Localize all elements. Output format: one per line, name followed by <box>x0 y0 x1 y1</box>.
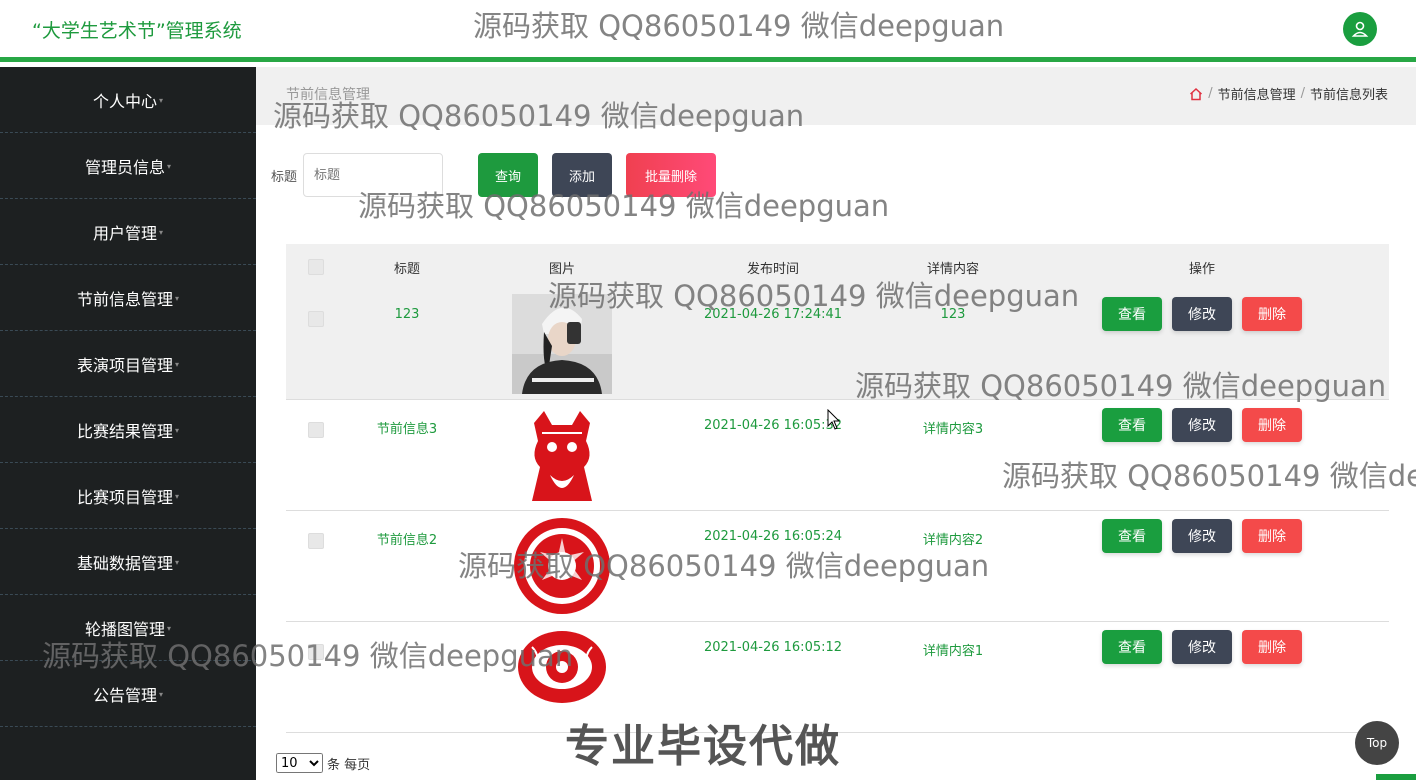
sidebar-item-label: 比赛结果管理 <box>76 421 173 441</box>
cell-publish-time: 2021-04-26 17:24:41 <box>703 307 843 322</box>
row-checkbox[interactable] <box>308 422 324 438</box>
select-all-checkbox[interactable] <box>308 259 324 275</box>
breadcrumb-item-current: 节前信息列表 <box>1309 88 1388 103</box>
caret-down-icon: ▾ <box>175 558 180 567</box>
breadcrumb-separator: / <box>1300 86 1305 101</box>
query-button[interactable]: 查询 <box>478 153 538 197</box>
promo-watermark: 专业毕设代做 <box>565 721 841 772</box>
sidebar-item-label: 轮播图管理 <box>84 619 165 639</box>
cell-title: 123 <box>394 307 420 322</box>
sidebar-item-label: 公告管理 <box>92 685 157 705</box>
search-input[interactable] <box>303 153 443 197</box>
sidebar-item-label: 表演项目管理 <box>76 355 173 375</box>
mouse-cursor-icon <box>827 409 841 430</box>
page-size-select[interactable]: 10 <box>276 753 323 773</box>
view-button[interactable]: 查看 <box>1102 408 1162 442</box>
breadcrumb-item[interactable]: 节前信息管理 <box>1218 84 1296 103</box>
data-table: 标题 图片 发布时间 详情内容 操作 123 2021-04-26 17:24:… <box>286 244 1389 733</box>
page-title: 节前信息管理 <box>286 87 370 103</box>
row-image-papercut-figure[interactable] <box>512 405 612 505</box>
row-image-papercut-circle[interactable] <box>512 516 612 616</box>
sidebar-item-base-data[interactable]: 基础数据管理 ▾ <box>0 529 256 595</box>
cell-detail: 详情内容3 <box>922 422 984 437</box>
delete-button[interactable]: 删除 <box>1242 519 1302 553</box>
sidebar-item-carousel[interactable]: 轮播图管理 ▾ <box>0 595 256 661</box>
sidebar-item-competition-results[interactable]: 比赛结果管理 ▾ <box>0 397 256 463</box>
delete-button[interactable]: 删除 <box>1242 630 1302 664</box>
edit-button[interactable]: 修改 <box>1172 297 1232 331</box>
sidebar-item-label: 基础数据管理 <box>76 553 173 573</box>
caret-down-icon: ▾ <box>175 492 180 501</box>
page-size-suffix: 条 每页 <box>327 757 371 773</box>
sidebar-item-label: 用户管理 <box>92 223 157 243</box>
top-bar: “大学生艺术节”管理系统 <box>0 0 1416 62</box>
caret-down-icon: ▾ <box>167 624 172 633</box>
view-button[interactable]: 查看 <box>1102 630 1162 664</box>
table-header: 标题 图片 发布时间 详情内容 操作 <box>286 244 1389 289</box>
caret-down-icon: ▾ <box>175 360 180 369</box>
row-checkbox[interactable] <box>308 533 324 549</box>
row-checkbox[interactable] <box>308 311 324 327</box>
sidebar-item-label: 节前信息管理 <box>76 289 173 309</box>
sidebar-item-admin-info[interactable]: 管理员信息 ▾ <box>0 133 256 199</box>
search-label: 标题 <box>271 170 298 185</box>
caret-down-icon: ▾ <box>159 228 164 237</box>
sidebar-item-label: 管理员信息 <box>84 157 165 177</box>
user-icon <box>1351 21 1369 37</box>
column-header-title: 标题 <box>393 262 421 277</box>
sidebar: 个人中心 ▾ 管理员信息 ▾ 用户管理 ▾ 节前信息管理 ▾ 表演项目管理 ▾ 比赛结果管… <box>0 67 256 780</box>
edit-button[interactable]: 修改 <box>1172 519 1232 553</box>
edit-button[interactable]: 修改 <box>1172 408 1232 442</box>
app-title: “大学生艺术节”管理系统 <box>32 20 242 42</box>
add-button[interactable]: 添加 <box>552 153 612 197</box>
column-header-image: 图片 <box>548 262 576 277</box>
view-button[interactable]: 查看 <box>1102 297 1162 331</box>
row-image-photo[interactable] <box>512 294 612 394</box>
cell-publish-time: 2021-04-26 16:05:32 <box>703 418 843 433</box>
table-row: 123 2021-04-26 17:24:41 123 查看 修改 删除 <box>286 289 1389 400</box>
back-to-top-button[interactable]: Top <box>1355 721 1399 765</box>
cell-publish-time: 2021-04-26 16:05:12 <box>703 640 843 655</box>
column-header-detail: 详情内容 <box>926 262 980 277</box>
delete-button[interactable]: 删除 <box>1242 297 1302 331</box>
caret-down-icon: ▾ <box>167 162 172 171</box>
cell-detail: 详情内容2 <box>922 533 984 548</box>
cell-title: 节前信息3 <box>376 422 438 437</box>
sidebar-item-label: 个人中心 <box>92 91 157 111</box>
breadcrumb-bar: 节前信息管理 / 节前信息管理 / 节前信息列表 <box>256 67 1416 125</box>
column-header-publish-time: 发布时间 <box>746 262 800 277</box>
sidebar-item-pre-festival-info[interactable]: 节前信息管理 ▾ <box>0 265 256 331</box>
sidebar-item-label: 比赛项目管理 <box>76 487 173 507</box>
breadcrumb-separator: / <box>1208 86 1213 101</box>
cell-title: 节前信息2 <box>376 533 438 548</box>
edit-button[interactable]: 修改 <box>1172 630 1232 664</box>
caret-down-icon: ▾ <box>159 690 164 699</box>
batch-delete-button[interactable]: 批量删除 <box>626 153 716 197</box>
table-row: 节前信息2 2021-04-26 16:05:24 详情内容2 查看 修改 删除 <box>286 511 1389 622</box>
row-checkbox[interactable] <box>308 644 324 660</box>
sidebar-item-personal-center[interactable]: 个人中心 ▾ <box>0 67 256 133</box>
breadcrumb: / 节前信息管理 / 节前信息列表 <box>1189 84 1388 103</box>
caret-down-icon: ▾ <box>159 96 164 105</box>
caret-down-icon: ▾ <box>175 294 180 303</box>
user-avatar[interactable] <box>1343 12 1377 46</box>
sidebar-item-performance-projects[interactable]: 表演项目管理 ▾ <box>0 331 256 397</box>
home-icon[interactable] <box>1189 87 1203 101</box>
cell-publish-time: 2021-04-26 16:05:24 <box>703 529 843 544</box>
cell-detail: 123 <box>940 307 966 322</box>
sidebar-item-announcements[interactable]: 公告管理 ▾ <box>0 661 256 727</box>
corner-accent <box>1376 774 1416 780</box>
column-header-actions: 操作 <box>1188 262 1216 277</box>
sidebar-item-user-management[interactable]: 用户管理 ▾ <box>0 199 256 265</box>
delete-button[interactable]: 删除 <box>1242 408 1302 442</box>
caret-down-icon: ▾ <box>175 426 180 435</box>
cell-detail: 详情内容1 <box>922 644 984 659</box>
pagination: 10 条 每页 <box>276 753 370 773</box>
view-button[interactable]: 查看 <box>1102 519 1162 553</box>
sidebar-item-competition-projects[interactable]: 比赛项目管理 ▾ <box>0 463 256 529</box>
